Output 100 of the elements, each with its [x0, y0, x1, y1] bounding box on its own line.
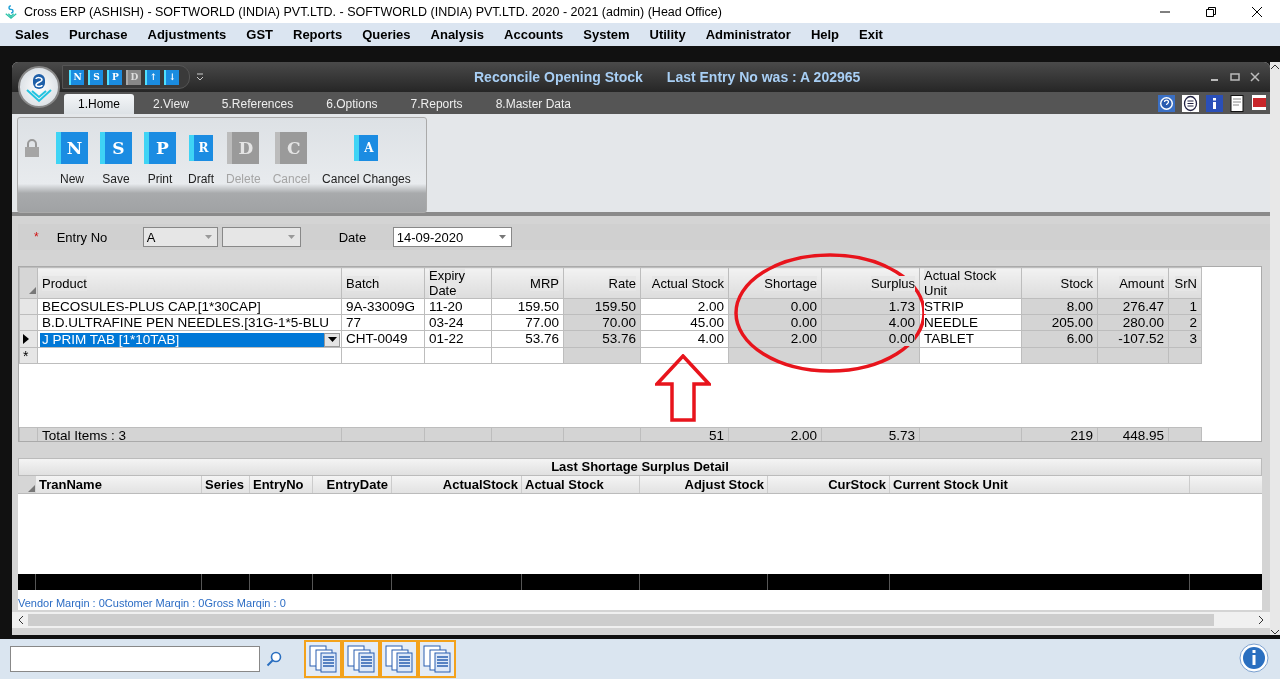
menu-item[interactable]: Adjustments [147, 27, 227, 42]
info-icon[interactable] [1238, 643, 1270, 675]
column-header[interactable]: Actual Stock [640, 267, 729, 299]
current-row-icon [23, 334, 29, 344]
menu-item[interactable]: Administrator [705, 27, 791, 42]
documents-button[interactable] [304, 640, 342, 678]
ribbon-icon: D [227, 132, 260, 164]
ribbon-icon: A [354, 135, 379, 161]
documents-button[interactable] [418, 640, 456, 678]
menu-item[interactable]: Purchase [69, 27, 128, 42]
ribbon-button[interactable]: R Draft [182, 132, 220, 186]
exit-icon[interactable] [1252, 94, 1266, 110]
search-icon[interactable] [266, 651, 282, 667]
vertical-scrollbar[interactable] [1270, 62, 1280, 635]
column-header[interactable]: SrN [1168, 267, 1202, 299]
ribbon-button[interactable]: N New [50, 132, 94, 186]
column-header[interactable]: MRP [491, 267, 564, 299]
margin-status: Vendor Marqin : 0Customer Marqin : 0Gross Marqin : 0 [18, 596, 1262, 610]
total-cell: 448.95 [1097, 427, 1169, 441]
column-header[interactable]: TranName [36, 476, 202, 493]
column-header[interactable]: Stock [1021, 267, 1098, 299]
documents-button[interactable] [380, 640, 418, 678]
dropdown-icon [498, 235, 506, 239]
entry-number-combo[interactable] [221, 227, 301, 247]
menu-item[interactable]: Utility [649, 27, 686, 42]
ribbon-icon: R [189, 135, 213, 161]
menu-item[interactable]: Analysis [430, 27, 485, 42]
column-header[interactable]: Batch [341, 267, 425, 299]
column-header[interactable]: Current Stock Unit [890, 476, 1190, 493]
column-header[interactable]: Product [37, 267, 342, 299]
date-picker[interactable]: 14-09-2020 [392, 227, 512, 247]
ribbon-button[interactable]: P Print [138, 132, 182, 186]
column-header[interactable]: CurStock [768, 476, 890, 493]
column-header[interactable]: ActualStock [392, 476, 522, 493]
customize-icon[interactable] [196, 73, 204, 81]
menu-item[interactable]: Sales [15, 27, 49, 42]
quick-access-button[interactable]: ↓ [164, 69, 179, 85]
documents-icon [422, 644, 452, 674]
column-header[interactable]: Expiry Date [424, 267, 492, 299]
app-logo-icon [18, 66, 60, 108]
scroll-down-icon [1271, 629, 1279, 635]
corner-icon [29, 287, 36, 294]
documents-icon [346, 644, 376, 674]
column-header[interactable]: Amount [1097, 267, 1169, 299]
quick-access-button[interactable]: N [69, 69, 84, 85]
total-cell: 2.00 [728, 427, 822, 441]
menu-item[interactable]: Reports [293, 27, 343, 42]
column-header[interactable]: EntryNo [250, 476, 313, 493]
column-header[interactable]: Actual Stock [522, 476, 640, 493]
documents-button[interactable] [342, 640, 380, 678]
close-icon[interactable] [1250, 72, 1260, 82]
info-icon[interactable] [1206, 94, 1223, 112]
ribbon-tab[interactable]: 8.Master Data [481, 94, 585, 114]
column-header[interactable]: Surplus [821, 267, 920, 299]
ribbon-tab[interactable]: 2.View [139, 94, 203, 114]
menu-item[interactable]: Queries [362, 27, 411, 42]
ribbon-tab[interactable]: 7.Reports [396, 94, 477, 114]
menu-item[interactable]: Accounts [504, 27, 564, 42]
ribbon-tab[interactable]: 6.Options [312, 94, 392, 114]
entry-no-label: Entry No [56, 229, 109, 245]
column-header[interactable]: Adjust Stock [640, 476, 768, 493]
page-icon[interactable] [1230, 94, 1245, 112]
ribbon-icon: C [275, 132, 308, 164]
ribbon-icon: N [56, 132, 88, 164]
dropdown-icon [327, 337, 337, 342]
series-combo[interactable]: A [142, 227, 218, 247]
menu-item[interactable]: Exit [859, 27, 883, 42]
lock-icon [24, 139, 40, 157]
quick-access-button[interactable]: P [107, 69, 122, 85]
column-header[interactable]: Rate [563, 267, 641, 299]
scroll-up-icon [1271, 64, 1279, 70]
ribbon-tab[interactable]: 5.References [207, 94, 308, 114]
form-title: Reconcile Opening Stock [474, 69, 643, 85]
column-header[interactable]: Shortage [728, 267, 822, 299]
menu-item[interactable]: Help [810, 27, 840, 42]
search-field[interactable] [10, 646, 260, 672]
menu-item[interactable]: System [583, 27, 630, 42]
window-title: Cross ERP (ASHISH) - SOFTWORLD (INDIA) PVT.LTD. - SOFTWORLD (INDIA) PVT.LTD. 2020 - 2021 (admin) (Head Office) [24, 4, 722, 19]
total-cell: 51 [640, 427, 729, 441]
quick-access-button[interactable]: S [88, 69, 103, 85]
notes-icon[interactable] [1182, 94, 1199, 112]
ribbon-tab[interactable]: 1.Home [64, 94, 135, 114]
menu-item[interactable]: GST [246, 27, 273, 42]
ribbon-button[interactable]: A Cancel Changes [316, 132, 417, 186]
dropdown-icon [204, 235, 212, 239]
ribbon-icon: P [144, 132, 176, 164]
annotation-arrow [655, 354, 711, 422]
ribbon-button[interactable]: S Save [94, 132, 138, 186]
last-entry-text: Last Entry No was : A 202965 [666, 69, 861, 85]
help-icon[interactable] [1158, 94, 1175, 112]
dropdown-icon [287, 235, 295, 239]
column-header[interactable]: Series [202, 476, 250, 493]
horizontal-scrollbar[interactable] [12, 612, 1270, 628]
ribbon-icon: S [100, 132, 132, 164]
maximize-icon[interactable] [1230, 72, 1240, 82]
documents-icon [384, 644, 414, 674]
detail-title: Last Shortage Surplus Detail [18, 458, 1262, 476]
column-header[interactable]: Actual Stock Unit [919, 267, 1022, 299]
quick-access-button[interactable]: ↑ [145, 69, 160, 85]
column-header[interactable]: EntryDate [313, 476, 392, 493]
